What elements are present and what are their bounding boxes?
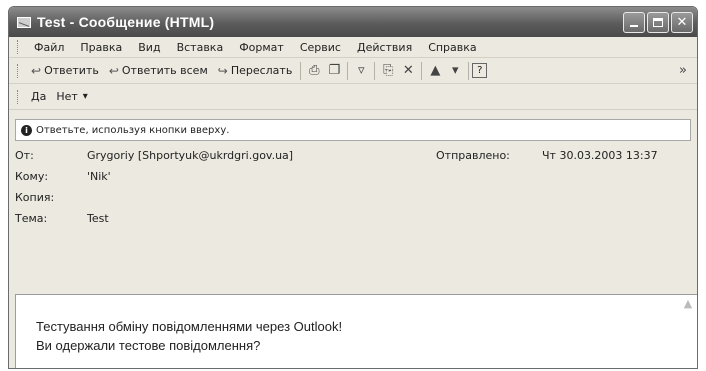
info-text: Ответьте, используя кнопки вверху.: [36, 124, 230, 136]
forward-label: Переслать: [230, 64, 293, 77]
vote-yes-button[interactable]: Да: [26, 90, 51, 103]
message-text: Тестування обміну повідомленнями через O…: [36, 317, 342, 355]
cc-label: Копия:: [15, 191, 55, 204]
reply-icon: ↩: [31, 63, 42, 78]
toolbar-grip[interactable]: [17, 40, 20, 54]
menu-actions[interactable]: Действия: [349, 41, 420, 54]
reply-all-button[interactable]: ↩ Ответить всем: [104, 60, 213, 82]
subject-value: Test: [87, 212, 109, 225]
menu-bar: Файл Правка Вид Вставка Формат Сервис Де…: [9, 37, 697, 58]
close-icon: ✕: [676, 14, 688, 30]
toolbar-separator: [374, 61, 376, 80]
sent-label: Отправлено:: [436, 149, 510, 162]
info-icon: i: [21, 124, 32, 136]
title-bar[interactable]: Test - Сообщение (HTML) ✕: [9, 7, 697, 37]
to-label: Кому:: [15, 170, 49, 183]
delete-icon[interactable]: ✕: [398, 63, 418, 78]
sent-value: Чт 30.03.2003 13:37: [542, 149, 658, 162]
forward-icon: ↪: [217, 63, 228, 78]
maximize-icon: [653, 17, 663, 27]
toolbar-grip[interactable]: [17, 89, 20, 104]
toolbar-separator: [300, 61, 302, 80]
body-line-1: Тестування обміну повідомленнями через O…: [36, 319, 343, 334]
close-button[interactable]: ✕: [671, 11, 693, 33]
window-controls: ✕: [623, 11, 693, 33]
toolbar-options-icon[interactable]: ▾: [83, 91, 88, 102]
menu-help[interactable]: Справка: [420, 41, 484, 54]
menu-edit[interactable]: Правка: [72, 41, 130, 54]
message-body[interactable]: Тестування обміну повідомленнями через O…: [15, 294, 697, 368]
previous-item-icon[interactable]: ▲: [425, 63, 445, 78]
subject-row: Тема: Test: [9, 208, 697, 229]
voting-toolbar: Да Нет ▾: [9, 84, 697, 110]
from-row: От: Grygoriy [Shportyuk@ukrdgri.gov.ua] …: [9, 145, 697, 166]
subject-label: Тема:: [15, 212, 48, 225]
filter-icon[interactable]: ▿: [351, 63, 371, 78]
menu-tools[interactable]: Сервис: [292, 41, 349, 54]
copy-icon[interactable]: ❐: [324, 63, 344, 78]
toolbar-separator: [347, 61, 349, 80]
to-value[interactable]: 'Nik': [87, 170, 111, 183]
reply-all-icon: ↩: [108, 63, 119, 78]
menu-file[interactable]: Файл: [26, 41, 72, 54]
menu-view[interactable]: Вид: [130, 41, 168, 54]
move-to-folder-icon[interactable]: ⎘: [378, 63, 398, 78]
help-icon[interactable]: ?: [472, 63, 488, 78]
reply-button[interactable]: ↩ Ответить: [26, 60, 104, 82]
toolbar-grip[interactable]: [17, 63, 20, 78]
toolbar-separator: [421, 61, 423, 80]
message-window: Test - Сообщение (HTML) ✕ Файл Правка Ви…: [8, 6, 698, 369]
dropdown-arrow-icon[interactable]: ▾: [445, 63, 465, 78]
reply-all-label: Ответить всем: [121, 64, 208, 77]
minimize-icon: [630, 25, 638, 27]
toolbar-overflow-icon[interactable]: »: [673, 63, 693, 78]
from-label: От:: [15, 149, 34, 162]
cc-row: Копия:: [9, 187, 697, 208]
menu-format[interactable]: Формат: [231, 41, 292, 54]
forward-button[interactable]: ↪ Переслать: [213, 60, 298, 82]
window-title: Test - Сообщение (HTML): [37, 14, 215, 30]
standard-toolbar: ↩ Ответить ↩ Ответить всем ↪ Переслать ⎙…: [9, 58, 697, 84]
scroll-up-icon[interactable]: ▲: [680, 297, 696, 313]
minimize-button[interactable]: [623, 11, 645, 33]
body-line-2: Ви одержали тестове повідомлення?: [36, 338, 261, 353]
vote-no-button[interactable]: Нет: [51, 90, 82, 103]
to-row: Кому: 'Nik': [9, 166, 697, 187]
from-value[interactable]: Grygoriy [Shportyuk@ukrdgri.gov.ua]: [87, 149, 293, 162]
info-bar: i Ответьте, используя кнопки вверху.: [15, 119, 691, 141]
menu-insert[interactable]: Вставка: [169, 41, 232, 54]
reply-label: Ответить: [44, 64, 99, 77]
maximize-button[interactable]: [647, 11, 669, 33]
print-icon[interactable]: ⎙: [304, 63, 324, 78]
toolbar-separator: [468, 61, 470, 80]
envelope-icon: [17, 16, 31, 28]
